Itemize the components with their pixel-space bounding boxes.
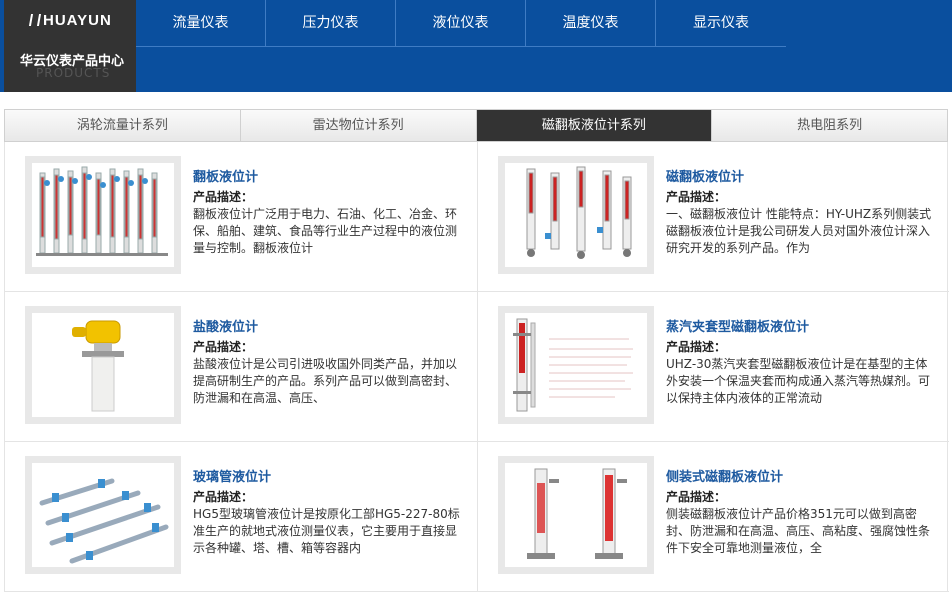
- logo: HUAYUN: [28, 12, 112, 29]
- site-header: HUAYUN 华云仪表产品中心 PRODUCTS 流量仪表 压力仪表 液位仪表 …: [0, 0, 952, 92]
- product-desc-label: 产品描述：: [666, 490, 727, 504]
- side-mount-flap-gauges-icon: [527, 468, 627, 559]
- logo-text: HUAYUN: [43, 12, 112, 29]
- product-title[interactable]: 磁翻板液位计: [666, 166, 744, 185]
- brand-block[interactable]: HUAYUN 华云仪表产品中心 PRODUCTS: [4, 0, 136, 92]
- nav-item-temperature[interactable]: 温度仪表: [526, 0, 656, 46]
- logo-mark-icon: [28, 14, 42, 26]
- brand-subtitle: PRODUCTS: [36, 66, 111, 80]
- product-card: 磁翻板液位计 产品描述： 一、磁翻板液位计 性能特点：HY-UHZ系列侧装式磁翻…: [477, 142, 949, 292]
- nav-item-pressure[interactable]: 压力仪表: [266, 0, 396, 46]
- product-desc-label: 产品描述：: [666, 340, 727, 354]
- product-title[interactable]: 玻璃管液位计: [193, 466, 271, 485]
- tab-magnetic-flap-level[interactable]: 磁翻板液位计系列: [476, 110, 713, 141]
- product-grid: 翻板液位计 产品描述： 翻板液位计广泛用于电力、石油、化工、冶金、环保、船舶、建…: [4, 142, 949, 592]
- glass-tube-gauges-icon: [39, 478, 169, 564]
- product-description: 侧装磁翻板液位计产品价格351元可以做到高密封、防泄漏和在高温、高压、高粘度、强…: [666, 507, 931, 555]
- product-image[interactable]: [25, 306, 181, 424]
- product-image[interactable]: [25, 156, 181, 274]
- flap-level-gauges-icon: [36, 166, 168, 256]
- product-card: 玻璃管液位计 产品描述： HG5型玻璃管液位计是按原化工部HG5-227-80标…: [5, 442, 477, 592]
- product-title[interactable]: 盐酸液位计: [193, 316, 258, 335]
- nav-item-flow[interactable]: 流量仪表: [136, 0, 266, 46]
- product-description: 一、磁翻板液位计 性能特点：HY-UHZ系列侧装式磁翻板液位计是我公司研发人员对…: [666, 207, 932, 255]
- product-card: 盐酸液位计 产品描述： 盐酸液位计是公司引进吸收国外同类产品，并加以提高研制生产…: [5, 292, 477, 442]
- acid-level-meter-icon: [72, 320, 124, 412]
- product-card: 侧装式磁翻板液位计 产品描述： 侧装磁翻板液位计产品价格351元可以做到高密封、…: [477, 442, 949, 592]
- nav-divider: [136, 46, 786, 47]
- product-image[interactable]: [498, 456, 654, 574]
- nav-item-display[interactable]: 显示仪表: [656, 0, 786, 46]
- product-description: 翻板液位计广泛用于电力、石油、化工、冶金、环保、船舶、建筑、食品等行业生产过程中…: [193, 207, 458, 255]
- product-card: 蒸汽夹套型磁翻板液位计 产品描述： UHZ-30蒸汽夹套型磁翻板液位计是在基型的…: [477, 292, 949, 442]
- product-desc-label: 产品描述：: [193, 490, 254, 504]
- nav-item-level[interactable]: 液位仪表: [396, 0, 526, 46]
- product-image[interactable]: [498, 156, 654, 274]
- product-desc-label: 产品描述：: [193, 190, 254, 204]
- product-title[interactable]: 翻板液位计: [193, 166, 258, 185]
- product-title[interactable]: 侧装式磁翻板液位计: [666, 466, 783, 485]
- product-image[interactable]: [498, 306, 654, 424]
- product-card: 翻板液位计 产品描述： 翻板液位计广泛用于电力、石油、化工、冶金、环保、船舶、建…: [5, 142, 477, 292]
- product-image[interactable]: [25, 456, 181, 574]
- tab-radar-level[interactable]: 雷达物位计系列: [241, 110, 477, 141]
- steam-jacket-gauge-icon: [513, 318, 633, 412]
- tab-thermal-resistance[interactable]: 热电阻系列: [712, 110, 947, 141]
- product-description: 盐酸液位计是公司引进吸收国外同类产品，并加以提高研制生产的产品。系列产品可以做到…: [193, 357, 458, 405]
- product-desc-label: 产品描述：: [193, 340, 254, 354]
- product-description: UHZ-30蒸汽夹套型磁翻板液位计是在基型的主体外安装一个保温夹套而构成通入蒸汽…: [666, 357, 931, 405]
- main-nav: 流量仪表 压力仪表 液位仪表 温度仪表 显示仪表: [136, 0, 786, 46]
- product-desc-label: 产品描述：: [666, 190, 727, 204]
- series-tabs: 涡轮流量计系列 雷达物位计系列 磁翻板液位计系列 热电阻系列: [4, 109, 948, 142]
- magnetic-flap-gauges-icon: [526, 166, 632, 259]
- product-description: HG5型玻璃管液位计是按原化工部HG5-227-80标准生产的就地式液位测量仪表…: [193, 507, 460, 555]
- tab-turbine-flowmeter[interactable]: 涡轮流量计系列: [5, 110, 241, 141]
- product-title[interactable]: 蒸汽夹套型磁翻板液位计: [666, 316, 809, 335]
